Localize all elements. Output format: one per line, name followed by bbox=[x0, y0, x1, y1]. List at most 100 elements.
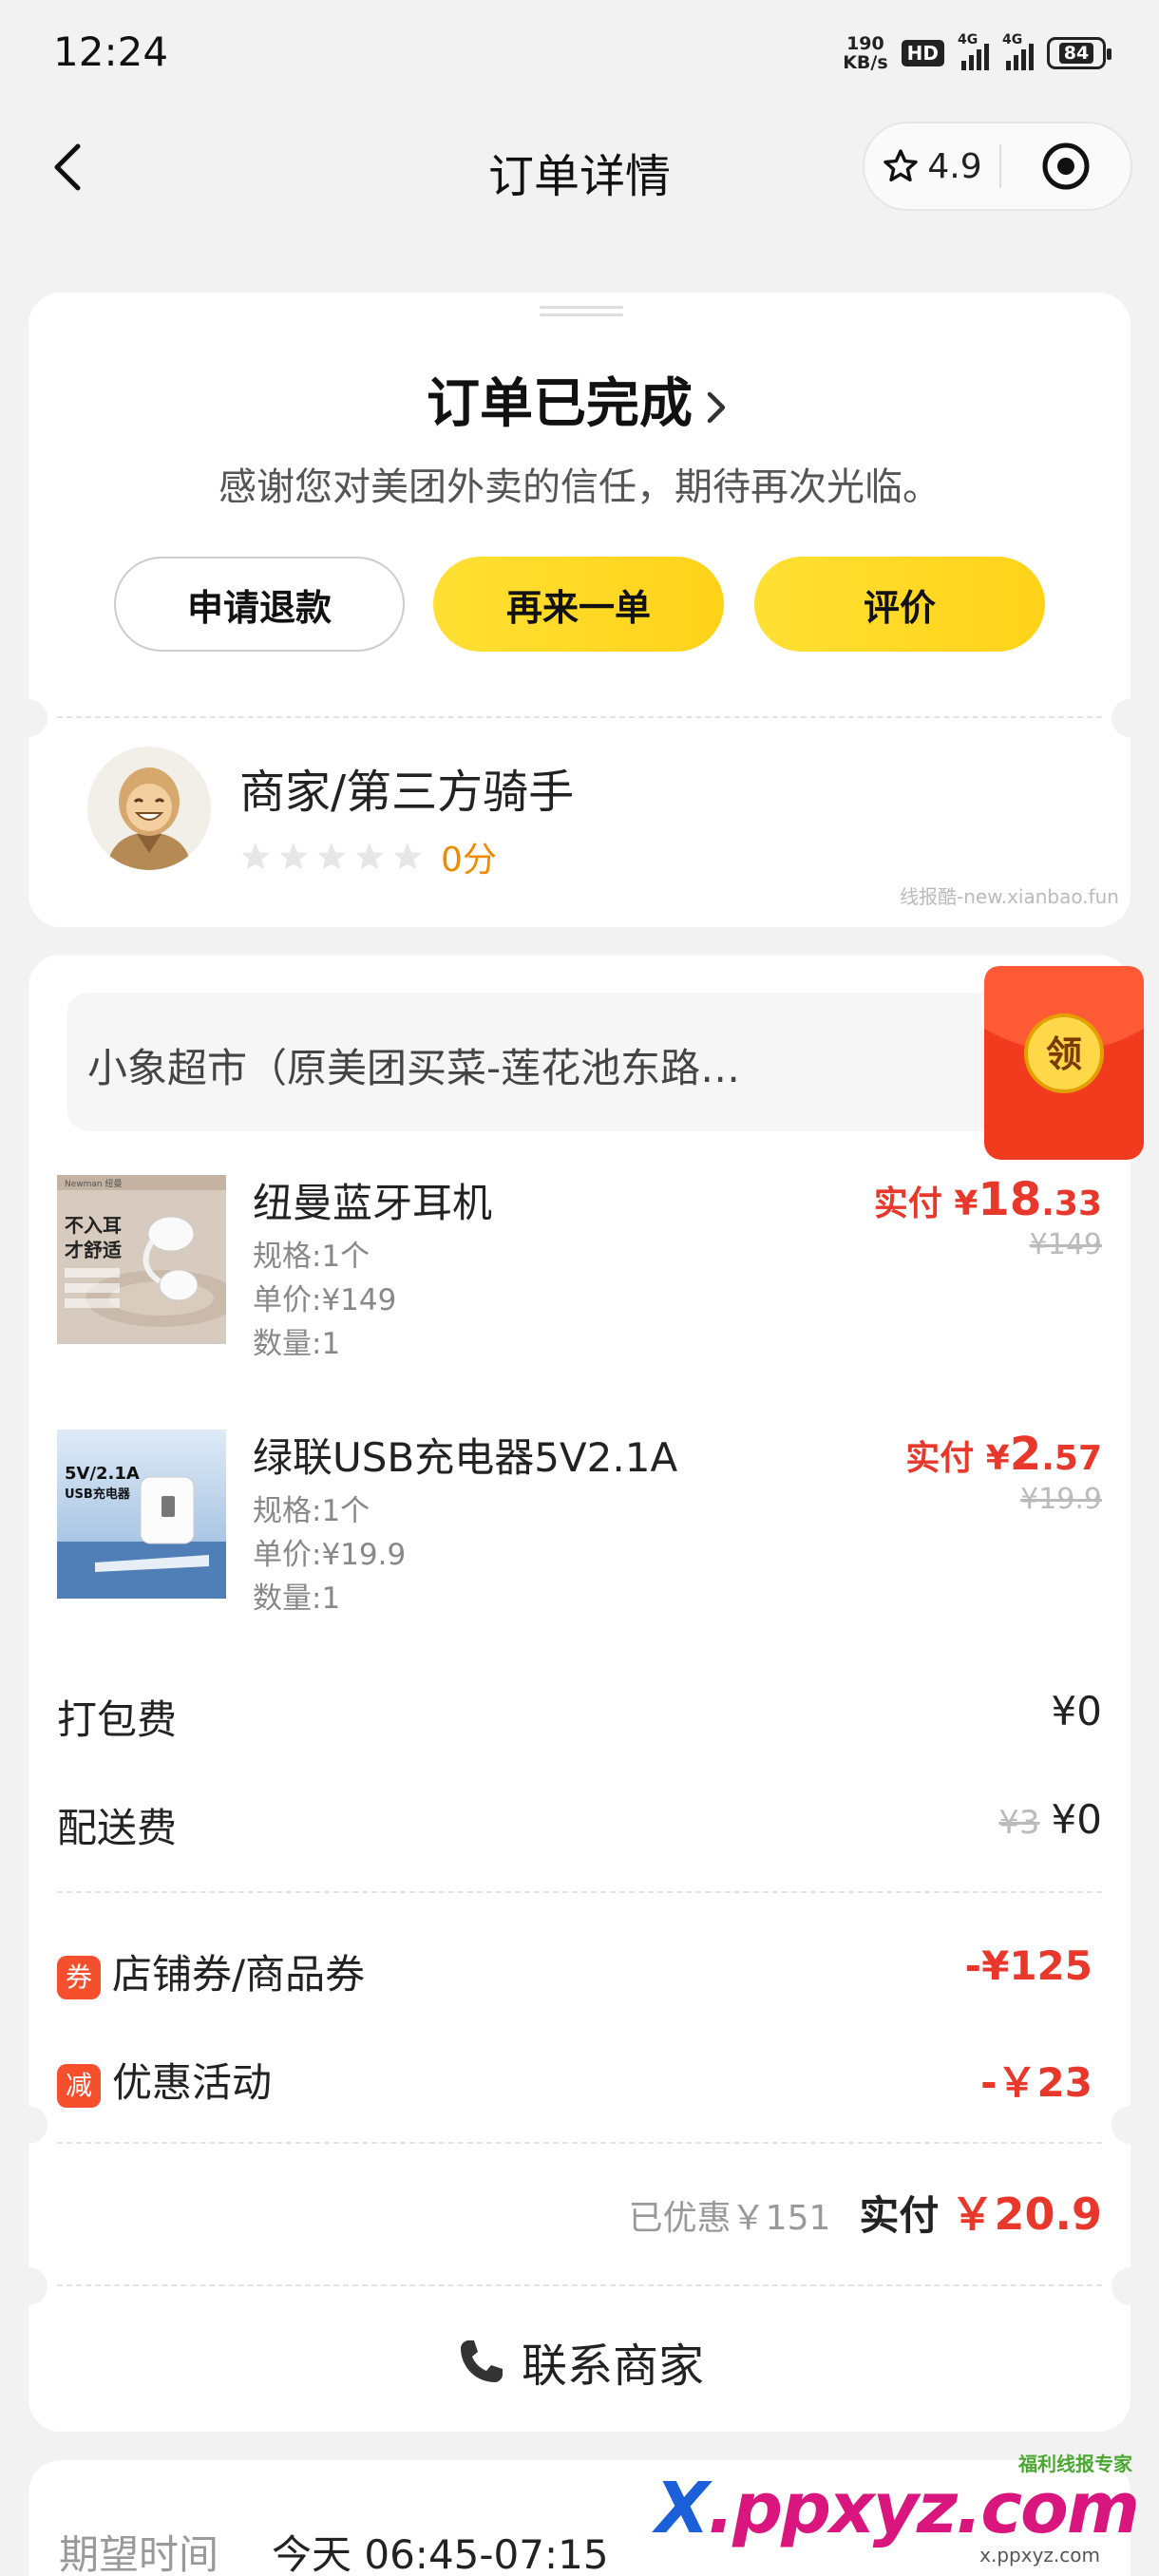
net-speed: 190 KB/s bbox=[843, 34, 887, 72]
order-items-card: 小象超市（原美团买菜-莲花池东路… 领 Newman 纽曼 不入耳 才舒适 纽曼… bbox=[10, 955, 1150, 2432]
product-paid: 实付 ¥18.33 bbox=[874, 1173, 1102, 1226]
star-icon bbox=[393, 843, 422, 870]
paid-decimal: .33 bbox=[1041, 1184, 1102, 1223]
phone-icon bbox=[460, 2340, 503, 2382]
rider-name: 商家/第三方骑手 bbox=[239, 766, 575, 819]
thumbnail-text: 不入耳 bbox=[65, 1214, 122, 1237]
promotion-row[interactable]: 减优惠活动 -￥23 bbox=[57, 2051, 1092, 2109]
product-unit-price: 单价:¥149 bbox=[253, 1283, 397, 1317]
paid-currency: ¥ bbox=[954, 1184, 978, 1223]
paid-currency: ¥ bbox=[985, 1439, 1010, 1478]
battery-icon: 84 bbox=[1047, 37, 1112, 69]
divider bbox=[57, 716, 1102, 718]
product-thumbnail: Newman 纽曼 不入耳 才舒适 bbox=[57, 1175, 226, 1344]
product-spec: 规格:1个 bbox=[253, 1240, 370, 1274]
mini-program-capsule: 4.9 bbox=[863, 122, 1132, 211]
coupon-row[interactable]: 券店铺券/商品券 -¥125 bbox=[57, 1942, 1092, 2000]
promotion-value: -￥23 bbox=[980, 2059, 1092, 2106]
signal-icon: 4G bbox=[958, 32, 989, 70]
refund-button[interactable]: 申请退款 bbox=[114, 557, 405, 652]
paid-decimal: .57 bbox=[1041, 1439, 1102, 1478]
divider bbox=[57, 2284, 1102, 2286]
paid-integer: 18 bbox=[978, 1173, 1042, 1226]
packing-fee-row: 打包费 ¥0 bbox=[57, 1688, 1102, 1746]
paid-total-value: ￥20.9 bbox=[950, 2188, 1103, 2240]
reorder-button[interactable]: 再来一单 bbox=[433, 557, 724, 652]
contact-merchant-label: 联系商家 bbox=[521, 2339, 704, 2393]
coupon-label: 店铺券/商品券 bbox=[112, 1951, 366, 1998]
star-icon bbox=[317, 843, 346, 870]
paid-label: 实付 bbox=[905, 1439, 975, 1478]
delivery-fee-row: 配送费 ¥3 ¥0 bbox=[57, 1796, 1102, 1854]
paid-label: 实付 bbox=[873, 1184, 942, 1223]
review-button[interactable]: 评价 bbox=[754, 557, 1045, 652]
delivery-fee-original: ¥3 bbox=[998, 1804, 1040, 1842]
target-icon bbox=[1042, 142, 1090, 190]
product-unit-price: 单价:¥19.9 bbox=[253, 1538, 407, 1572]
hd-icon: HD bbox=[901, 40, 944, 66]
nav-bar: 订单详情 4.9 bbox=[0, 114, 1159, 218]
shop-header[interactable]: 小象超市（原美团买菜-莲花池东路… bbox=[66, 993, 1092, 1131]
star-icon bbox=[279, 843, 308, 870]
coupon-value: -¥125 bbox=[964, 1942, 1092, 1989]
status-icons: 190 KB/s HD 4G 4G 84 bbox=[843, 32, 1112, 72]
product-original-price: ¥149 bbox=[1029, 1228, 1102, 1261]
divider bbox=[57, 1891, 1102, 1893]
star-icon bbox=[355, 843, 384, 870]
order-item[interactable]: 5V/2.1A USB充电器 绿联USB充电器5V2.1A 规格:1个 单价:¥… bbox=[28, 1426, 1130, 1616]
status-time: 12:24 bbox=[53, 28, 169, 75]
thumbnail-text: 才舒适 bbox=[65, 1239, 122, 1261]
watermark-logo: X.ppxyz.com bbox=[655, 2468, 1140, 2549]
product-name: 纽曼蓝牙耳机 bbox=[253, 1180, 493, 1226]
chevron-right-icon bbox=[707, 391, 726, 424]
packing-fee-value: ¥0 bbox=[1051, 1688, 1102, 1734]
paid-total-group: 实付 ￥20.9 bbox=[859, 2180, 1102, 2243]
product-quantity: 数量:1 bbox=[253, 1582, 341, 1616]
watermark-url: x.ppxyz.com bbox=[979, 2544, 1100, 2567]
rating-button[interactable]: 4.9 bbox=[864, 123, 999, 209]
watermark-logo-text: .ppxyz.com bbox=[707, 2468, 1140, 2549]
divider bbox=[57, 2142, 1102, 2144]
rider-avatar bbox=[87, 747, 211, 870]
product-quantity: 数量:1 bbox=[253, 1327, 341, 1361]
drag-handle[interactable] bbox=[540, 306, 623, 319]
thumbnail-text: 5V/2.1A bbox=[65, 1464, 140, 1484]
promotion-label: 优惠活动 bbox=[112, 2059, 273, 2106]
net-speed-unit: KB/s bbox=[843, 52, 888, 73]
order-status-link[interactable]: 订单已完成 bbox=[28, 361, 1130, 438]
order-status-title: 订单已完成 bbox=[427, 373, 693, 435]
ticket-notch bbox=[10, 2267, 48, 2305]
signal-icon: 4G bbox=[1002, 32, 1034, 70]
signal-label: 4G bbox=[1002, 32, 1023, 47]
product-thumbnail: 5V/2.1A USB充电器 bbox=[57, 1430, 226, 1599]
ticket-notch bbox=[10, 699, 48, 737]
contact-merchant-button[interactable]: 联系商家 bbox=[28, 2328, 1130, 2395]
ticket-notch bbox=[10, 2106, 48, 2144]
order-item[interactable]: Newman 纽曼 不入耳 才舒适 纽曼蓝牙耳机 规格:1个 单价:¥149 数… bbox=[28, 1171, 1130, 1361]
product-original-price: ¥19.9 bbox=[1020, 1483, 1102, 1516]
thumbnail-brand: Newman 纽曼 bbox=[65, 1178, 122, 1189]
paid-integer: 2 bbox=[1009, 1428, 1042, 1481]
delivery-fee-value-group: ¥3 ¥0 bbox=[998, 1796, 1102, 1843]
rating-value: 4.9 bbox=[927, 146, 982, 186]
order-summary: 已优惠￥151 实付 ￥20.9 bbox=[629, 2180, 1102, 2243]
product-paid: 实付 ¥2.57 bbox=[905, 1428, 1102, 1481]
product-spec: 规格:1个 bbox=[253, 1494, 370, 1528]
watermark-logo-x: X bbox=[655, 2468, 710, 2549]
paid-total-label: 实付 bbox=[859, 2192, 940, 2239]
ticket-notch bbox=[1112, 699, 1150, 737]
delivery-fee-value: ¥0 bbox=[1051, 1796, 1102, 1843]
coupon-tag-icon: 券 bbox=[57, 1955, 101, 1999]
star-outline-icon bbox=[884, 149, 919, 182]
rider-rating: 0分 bbox=[239, 832, 497, 881]
signal-label: 4G bbox=[958, 32, 978, 47]
order-status-subtitle: 感谢您对美团外卖的信任，期待再次光临。 bbox=[218, 465, 940, 509]
product-name: 绿联USB充电器5V2.1A bbox=[253, 1434, 678, 1481]
ticket-notch bbox=[1112, 2106, 1150, 2144]
thumbnail-text: USB充电器 bbox=[65, 1487, 131, 1502]
close-mini-program-button[interactable] bbox=[1001, 123, 1130, 209]
brand-watermark: 福利线报专家 X.ppxyz.com x.ppxyz.com bbox=[656, 2449, 1140, 2567]
promotion-tag-icon: 减 bbox=[57, 2063, 101, 2108]
shop-name: 小象超市（原美团买菜-莲花池东路… bbox=[87, 1045, 741, 1091]
red-packet-button[interactable]: 领 bbox=[980, 962, 1148, 1164]
